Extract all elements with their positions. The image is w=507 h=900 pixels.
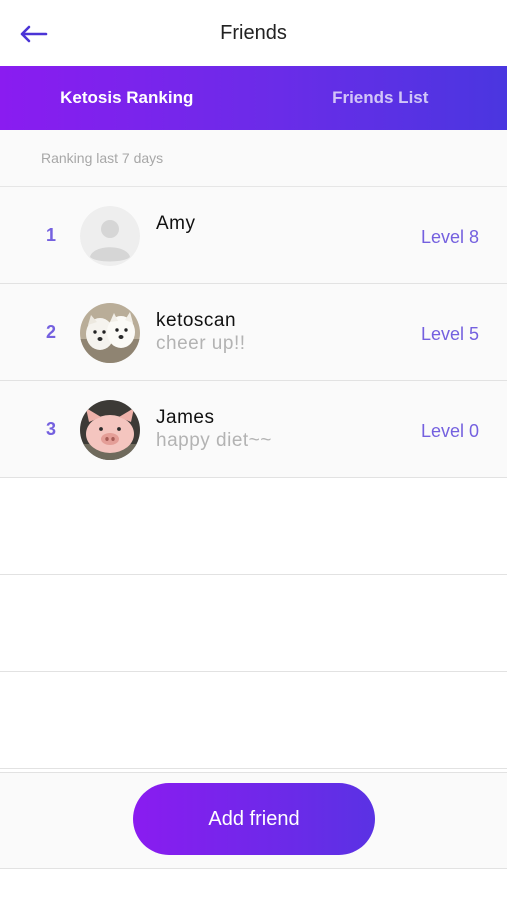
- add-friend-button[interactable]: Add friend: [133, 783, 375, 855]
- page-title: Friends: [220, 22, 287, 44]
- rank-number: 3: [45, 419, 56, 439]
- ranking-list: 1 Amy Level 8 2 ketoscan cheer up!! Leve…: [0, 187, 507, 769]
- rank-number: 2: [45, 322, 56, 342]
- default-avatar-icon: [80, 206, 140, 266]
- ranking-subhead: Ranking last 7 days: [0, 130, 507, 187]
- friend-row[interactable]: 2 ketoscan cheer up!! Level 5: [0, 284, 507, 381]
- dogs-photo-icon: [80, 303, 140, 363]
- friend-level: Level 5: [420, 324, 479, 344]
- empty-row: [0, 672, 507, 769]
- friend-level: Level 8: [420, 227, 479, 247]
- friend-status: cheer up!!: [156, 333, 246, 354]
- pig-photo-icon: [80, 400, 140, 460]
- friend-name: ketoscan: [156, 310, 237, 331]
- rank-number: 1: [45, 225, 56, 245]
- friend-name: James: [156, 407, 215, 428]
- friend-row[interactable]: 3 James happy diet~~ Level 0: [0, 381, 507, 478]
- app-header: Friends: [0, 0, 507, 66]
- empty-row: [0, 575, 507, 672]
- tab-bar: Ketosis Ranking Friends List: [0, 66, 507, 130]
- friend-row[interactable]: 1 Amy Level 8: [0, 187, 507, 284]
- tab-ketosis-ranking[interactable]: Ketosis Ranking: [0, 66, 254, 130]
- friend-status: happy diet~~: [156, 430, 272, 451]
- tab-friends-list[interactable]: Friends List: [254, 66, 507, 130]
- friend-level: Level 0: [420, 421, 479, 441]
- ranking-period-label: Ranking last 7 days: [41, 150, 164, 166]
- footer-bar: Add friend: [0, 772, 507, 869]
- friend-name: Amy: [156, 213, 196, 234]
- empty-row: [0, 478, 507, 575]
